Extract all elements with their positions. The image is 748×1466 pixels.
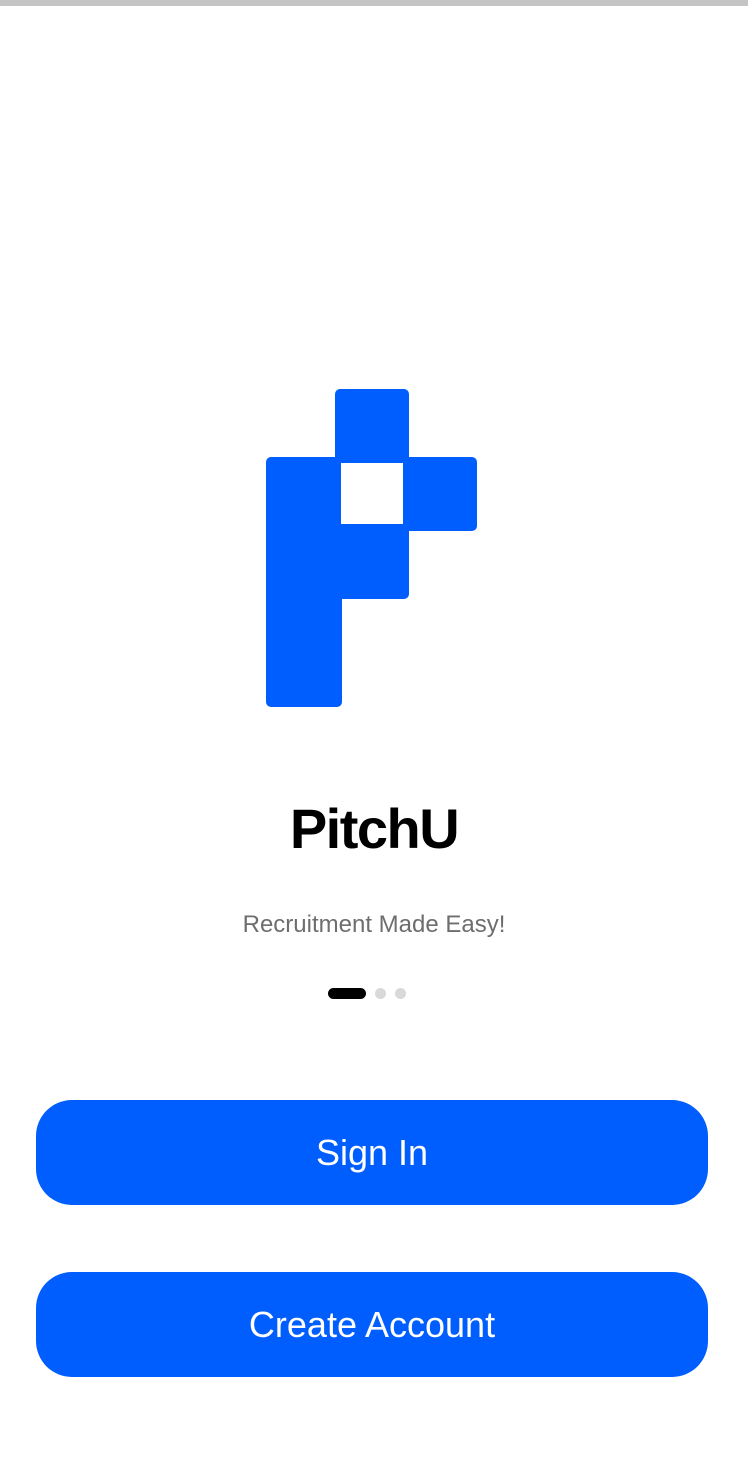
pitchu-logo-icon bbox=[266, 389, 477, 707]
page-indicator-dot-active bbox=[328, 987, 366, 999]
logo-hole bbox=[341, 463, 403, 524]
page-indicator-dot bbox=[395, 987, 406, 999]
create-account-button[interactable]: Create Account bbox=[36, 1272, 708, 1377]
app-tagline: Recruitment Made Easy! bbox=[242, 911, 506, 938]
logo-block-stem bbox=[266, 457, 342, 707]
app-title: PitchU bbox=[289, 797, 460, 860]
page-indicator-dot bbox=[375, 987, 386, 999]
logo-block-right bbox=[403, 457, 477, 531]
sign-in-button[interactable]: Sign In bbox=[36, 1100, 708, 1205]
status-bar-strip bbox=[0, 0, 748, 6]
page-indicator bbox=[328, 987, 415, 999]
logo-block-top bbox=[335, 389, 409, 463]
logo-block-middle bbox=[335, 524, 409, 599]
